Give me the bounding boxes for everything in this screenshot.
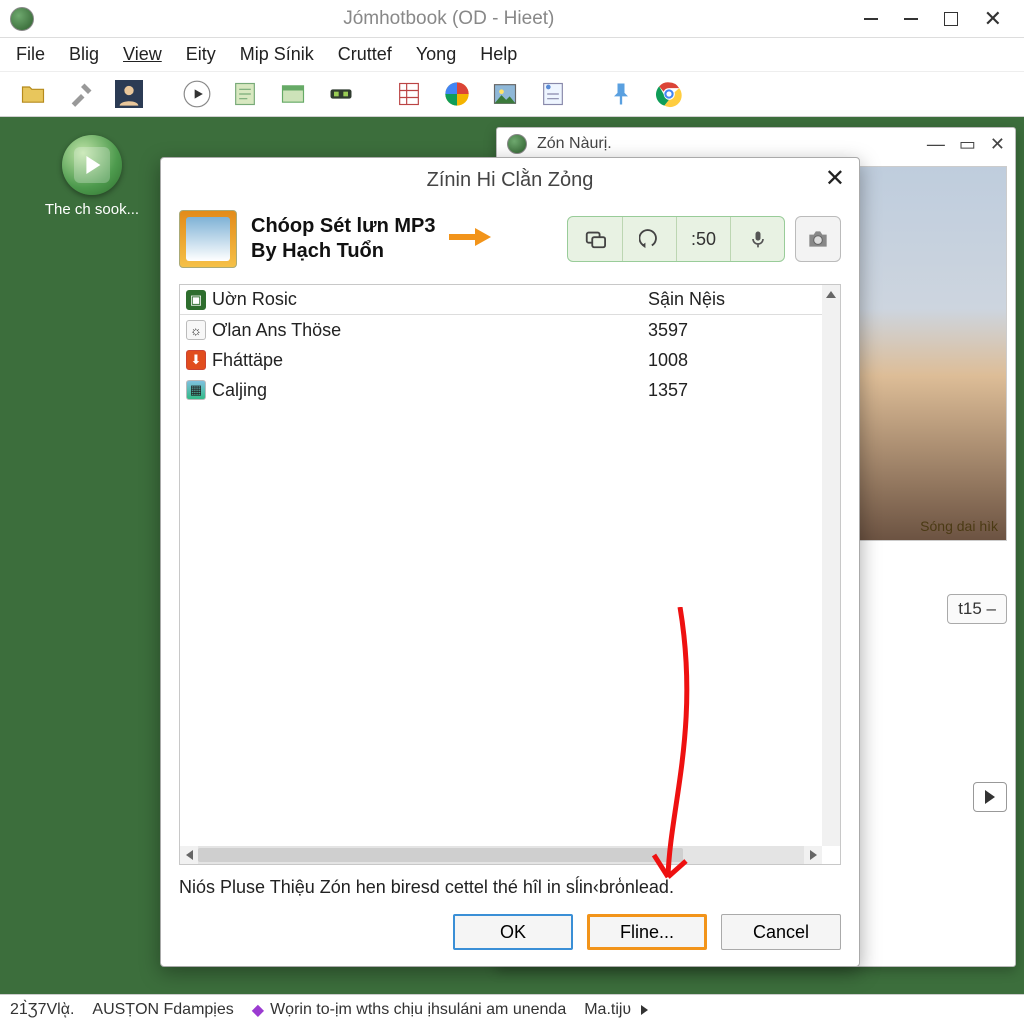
side-minimize-icon[interactable]: — (927, 134, 945, 155)
side-play-button[interactable] (973, 782, 1007, 812)
list-horizontal-scrollbar[interactable] (180, 846, 822, 864)
list-row[interactable]: ⬇ Fháttäpe 1008 (180, 345, 840, 375)
workspace: The ch sook... Zón Nàurị. — ▭ ✕ Sóng dai… (0, 117, 1024, 994)
minimize-icon[interactable] (904, 18, 918, 20)
player-mode-icon[interactable] (568, 217, 622, 261)
status-seg-4[interactable]: Ma.tijʋ (584, 1001, 648, 1019)
toolbar (0, 72, 1024, 117)
col-name-header[interactable]: Uờn Rosic (212, 289, 297, 310)
menu-view[interactable]: View (123, 44, 162, 65)
desktop-shortcut-label: The ch sook... (32, 201, 152, 218)
status-seg-2: AUSṬON Fdampịes (92, 1001, 233, 1019)
side-close-icon[interactable]: ✕ (990, 134, 1005, 155)
row-icon: ▦ (186, 380, 206, 400)
cancel-button[interactable]: Cancel (721, 914, 841, 950)
side-titlebar: Zón Nàurị. — ▭ ✕ (497, 128, 1015, 160)
menu-file[interactable]: File (16, 44, 45, 65)
menu-mipsink[interactable]: Mip Sínik (240, 44, 314, 65)
row-value: 1008 (648, 350, 798, 371)
fline-button[interactable]: Fline... (587, 914, 707, 950)
close-icon[interactable]: ✕ (984, 12, 1002, 26)
play-folder-icon (62, 135, 122, 195)
dialog-buttons: OK Fline... Cancel (179, 914, 841, 950)
main-window: Jómhotbook (OD - Hieet) ✕ File Blig View… (0, 0, 1024, 1024)
dialog-list: ▣ Uờn Rosic Sậin Nệis ☼ Ơlan Ans Thöse 359… (179, 284, 841, 865)
status-seg-1: 21̀Ʒ7Vlᾲ. (10, 1001, 74, 1019)
row-icon: ⬇ (186, 350, 206, 370)
desktop-shortcut[interactable]: The ch sook... (32, 135, 152, 218)
tools-icon[interactable] (64, 77, 98, 111)
menu-help[interactable]: Help (480, 44, 517, 65)
scroll-right-icon[interactable] (804, 846, 822, 864)
player-mic-icon[interactable] (730, 217, 784, 261)
photo-icon[interactable] (488, 77, 522, 111)
col-value-header[interactable]: Sậin Nệis (648, 289, 798, 310)
photo-caption: Sóng dai hìk (920, 518, 998, 534)
folder-icon[interactable] (16, 77, 50, 111)
player-timer: :50 (676, 217, 730, 261)
menu-yong[interactable]: Yong (416, 44, 456, 65)
note-icon[interactable] (536, 77, 570, 111)
list-row[interactable]: ☼ Ơlan Ans Thöse 3597 (180, 315, 840, 345)
header-icon: ▣ (186, 290, 206, 310)
side-restore-icon[interactable]: ▭ (959, 134, 976, 155)
row-name: Ơlan Ans Thöse (212, 320, 341, 341)
statusbar: 21̀Ʒ7Vlᾲ. AUSṬON Fdampịes ◆Wọrin to-ịm … (0, 994, 1024, 1024)
dialog-titlebar: Zínin Hi Clằn Zỏng ✕ (161, 158, 859, 202)
dialog: Zínin Hi Clằn Zỏng ✕ Chóop Sét lưn MP3 B… (160, 157, 860, 967)
maximize-icon[interactable] (944, 12, 958, 26)
row-value: 1357 (648, 380, 798, 401)
app-icon (10, 7, 34, 31)
dialog-header: Chóop Sét lưn MP3 By Hạch Tuổn :50 (161, 202, 859, 284)
player-skip-icon[interactable] (622, 217, 676, 261)
play-icon[interactable] (180, 77, 214, 111)
dialog-close-icon[interactable]: ✕ (825, 164, 845, 193)
side-title: Zón Nàurị. (537, 135, 917, 153)
list-vertical-scrollbar[interactable] (822, 285, 840, 846)
dialog-footer: Niós Pluse Thiệu Zón hen biresd cettel t… (161, 865, 859, 966)
camera-button[interactable] (795, 216, 841, 262)
dialog-heading-2: By Hạch Tuổn (251, 240, 435, 263)
pie-chart-icon[interactable] (440, 77, 474, 111)
row-icon: ☼ (186, 320, 206, 340)
main-titlebar: Jómhotbook (OD - Hieet) ✕ (0, 0, 1024, 38)
window-controls: ✕ (864, 12, 1024, 26)
status-seg-3: ◆Wọrin to-ịm wths chịu ịhsuláni am unend… (252, 1000, 566, 1020)
row-value: 3597 (648, 320, 798, 341)
list-header: ▣ Uờn Rosic Sậin Nệis (180, 285, 840, 315)
extra-minimize-icon[interactable] (864, 18, 878, 20)
scroll-up-icon[interactable] (822, 285, 840, 303)
list-row[interactable]: ▦ Caljing 1357 (180, 375, 840, 405)
document-icon[interactable] (228, 77, 262, 111)
dialog-title: Zínin Hi Clằn Zỏng (427, 169, 594, 192)
player-controls: :50 (567, 216, 841, 262)
app-title: Jómhotbook (OD - Hieet) (34, 8, 864, 30)
row-name: Fháttäpe (212, 350, 283, 371)
arrow-right-icon (449, 225, 491, 254)
menu-cruttef[interactable]: Cruttef (338, 44, 392, 65)
scroll-h-track[interactable] (198, 846, 804, 864)
chrome-icon[interactable] (652, 77, 686, 111)
window-icon[interactable] (276, 77, 310, 111)
side-window-controls: — ▭ ✕ (927, 134, 1005, 155)
diamond-icon: ◆ (252, 1000, 264, 1020)
ok-button[interactable]: OK (453, 914, 573, 950)
dialog-hint: Niós Pluse Thiệu Zón hen biresd cettel t… (179, 877, 841, 898)
side-app-icon (507, 134, 527, 154)
dialog-heading-1: Chóop Sét lưn MP3 (251, 215, 435, 238)
menu-blig[interactable]: Blig (69, 44, 99, 65)
album-cover-icon (179, 210, 237, 268)
avatar-icon[interactable] (112, 77, 146, 111)
player-group: :50 (567, 216, 785, 262)
pin-icon[interactable] (604, 77, 638, 111)
scroll-left-icon[interactable] (180, 846, 198, 864)
spreadsheet-icon[interactable] (392, 77, 426, 111)
menu-eity[interactable]: Eity (186, 44, 216, 65)
row-name: Caljing (212, 380, 267, 401)
menubar: File Blig View Eity Mip Sínik Cruttef Yo… (0, 38, 1024, 72)
chip-icon[interactable] (324, 77, 358, 111)
page-chip[interactable]: t15 – (947, 594, 1007, 624)
